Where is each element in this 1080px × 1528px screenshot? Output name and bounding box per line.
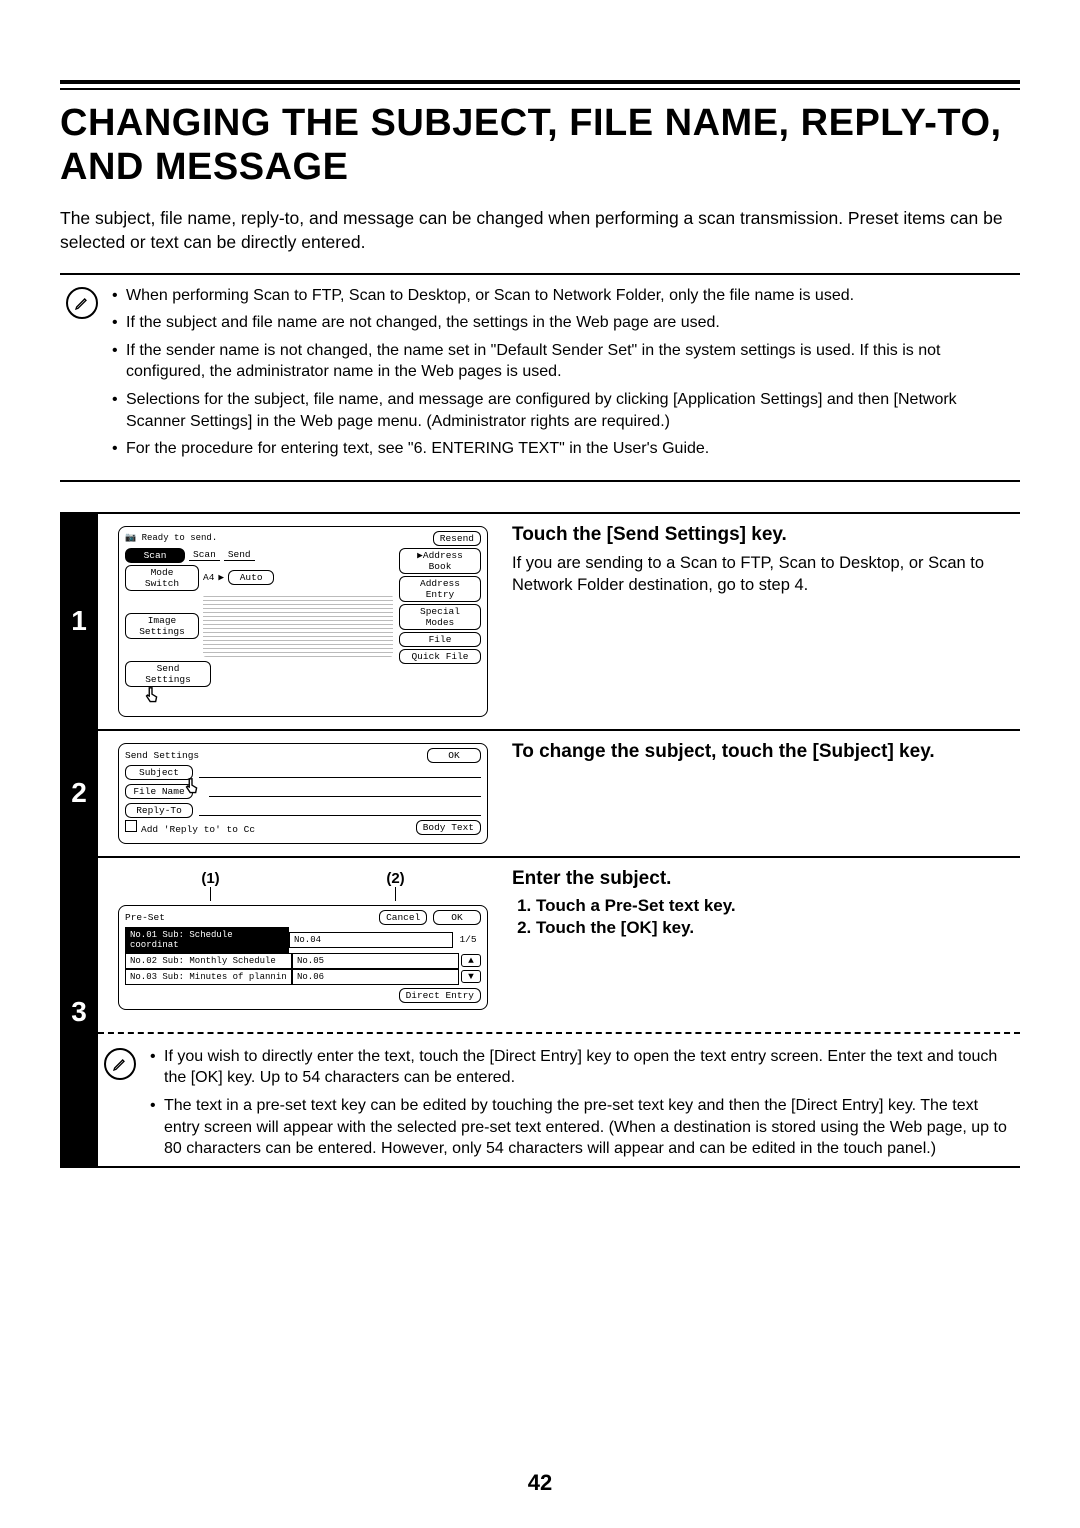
pencil-icon	[104, 1048, 136, 1080]
step-2: 2 Send Settings OK Subject File Name	[60, 729, 1020, 858]
image-settings-button[interactable]: Image Settings	[125, 613, 199, 639]
reply-to-button[interactable]: Reply-To	[125, 803, 193, 818]
step-number: 3	[60, 858, 98, 1166]
intro-paragraph: The subject, file name, reply-to, and me…	[60, 207, 1020, 254]
step-3-note-list: If you wish to directly enter the text, …	[150, 1046, 1020, 1166]
step-3-instructions: Touch a Pre-Set text key. Touch the [OK]…	[512, 896, 1012, 938]
touch-pointer-icon	[181, 776, 203, 801]
info-box: When performing Scan to FTP, Scan to Des…	[60, 273, 1020, 482]
annotation-1: (1)	[201, 870, 219, 887]
preset-panel: Pre-Set Cancel OK No.01 Sub: Schedule co…	[118, 905, 488, 1010]
paper-size: A4	[203, 572, 214, 583]
instruction-item: Touch the [OK] key.	[536, 918, 1012, 938]
body-text-button[interactable]: Body Text	[416, 820, 481, 835]
special-modes-button[interactable]: Special Modes	[399, 604, 481, 630]
panel-title: Pre-Set	[125, 912, 165, 923]
panel-title: Send Settings	[125, 750, 199, 761]
step-3-note-item: The text in a pre-set text key can be ed…	[150, 1095, 1012, 1160]
preset-item-selected[interactable]: No.01 Sub: Schedule coordinat	[125, 927, 289, 953]
send-settings-panel: Send Settings OK Subject File Name Reply…	[118, 743, 488, 844]
step-3-screenshot: (1) (2) Pre-Set Cancel OK No.01 Sub:	[98, 858, 508, 1022]
scan-col-label: Scan	[189, 549, 220, 561]
scroll-up-button[interactable]: ▲	[461, 954, 481, 967]
auto-button[interactable]: Auto	[228, 570, 274, 585]
step-number: 2	[60, 731, 98, 856]
panel-status: Ready to send.	[142, 533, 218, 543]
scan-panel: 📷 Ready to send. Resend Scan Scan Send M…	[118, 526, 488, 717]
annotation-2: (2)	[386, 870, 404, 887]
step-2-heading: To change the subject, touch the [Subjec…	[512, 741, 1012, 763]
info-note-item: When performing Scan to FTP, Scan to Des…	[112, 285, 1012, 307]
mode-switch-button[interactable]: Mode Switch	[125, 565, 199, 591]
step-1-heading: Touch the [Send Settings] key.	[512, 524, 1012, 546]
preset-item[interactable]: No.04	[289, 932, 453, 948]
step-3-note-item: If you wish to directly enter the text, …	[150, 1046, 1012, 1089]
cc-checkbox[interactable]	[125, 820, 137, 832]
preset-item[interactable]: No.06	[292, 969, 459, 985]
step-1: 1 📷 Ready to send. Resend Scan Scan Send	[60, 512, 1020, 731]
ok-button[interactable]: OK	[433, 910, 481, 925]
step-1-text: If you are sending to a Scan to FTP, Sca…	[512, 552, 1012, 597]
scroll-down-button[interactable]: ▼	[461, 970, 481, 983]
info-note-item: If the sender name is not changed, the n…	[112, 340, 1012, 383]
file-button[interactable]: File	[399, 632, 481, 647]
preset-item[interactable]: No.03 Sub: Minutes of plannin	[125, 969, 292, 985]
info-note-item: Selections for the subject, file name, a…	[112, 389, 1012, 432]
dashed-separator	[98, 1032, 1020, 1034]
step-1-screenshot: 📷 Ready to send. Resend Scan Scan Send M…	[98, 514, 508, 729]
step-2-screenshot: Send Settings OK Subject File Name Reply…	[98, 731, 508, 856]
step-number: 1	[60, 514, 98, 729]
reply-to-field[interactable]	[199, 805, 481, 816]
touch-pointer-icon	[141, 685, 393, 710]
send-settings-button[interactable]: Send Settings	[125, 661, 211, 687]
quick-file-button[interactable]: Quick File	[399, 649, 481, 664]
subject-field[interactable]	[199, 767, 481, 778]
resend-button[interactable]: Resend	[433, 531, 481, 546]
preset-item[interactable]: No.05	[292, 953, 459, 969]
address-entry-button[interactable]: Address Entry	[399, 576, 481, 602]
info-note-list: When performing Scan to FTP, Scan to Des…	[112, 285, 1020, 466]
send-col-label: Send	[224, 549, 255, 561]
pencil-icon	[66, 287, 98, 319]
info-note-item: If the subject and file name are not cha…	[112, 312, 1012, 334]
info-note-item: For the procedure for entering text, see…	[112, 438, 1012, 460]
instruction-item: Touch a Pre-Set text key.	[536, 896, 1012, 916]
page-number: 42	[0, 1470, 1080, 1496]
page-indicator: 1/5	[455, 934, 481, 945]
direct-entry-button[interactable]: Direct Entry	[399, 988, 481, 1003]
preset-item[interactable]: No.02 Sub: Monthly Schedule	[125, 953, 292, 969]
scan-tab[interactable]: Scan	[125, 548, 185, 563]
step-3: 3 (1) (2) Pre-Set Cancel OK	[60, 856, 1020, 1168]
title-rule	[60, 80, 1020, 90]
cc-label: Add 'Reply to' to Cc	[141, 824, 255, 835]
step-3-heading: Enter the subject.	[512, 868, 1012, 890]
page-title: CHANGING THE SUBJECT, FILE NAME, REPLY-T…	[60, 102, 1020, 189]
ok-button[interactable]: OK	[427, 748, 481, 763]
file-name-field[interactable]	[209, 786, 481, 797]
address-book-button[interactable]: ▶Address Book	[399, 548, 481, 574]
cancel-button[interactable]: Cancel	[379, 910, 427, 925]
